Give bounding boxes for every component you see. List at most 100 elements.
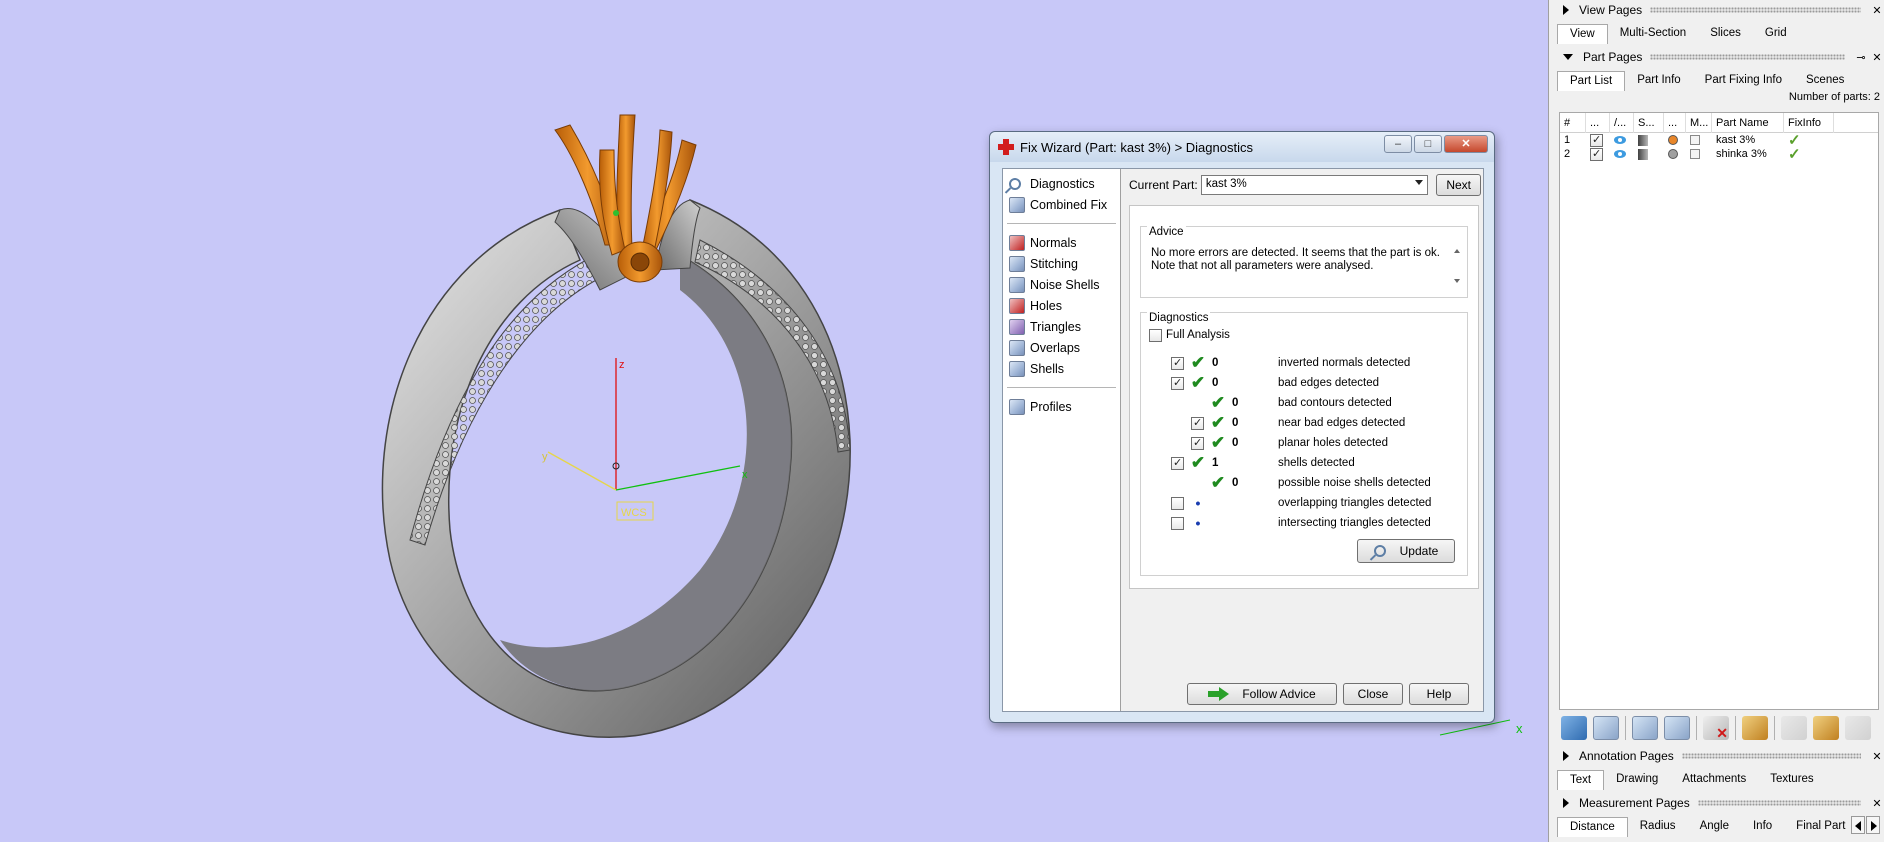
col-number[interactable]: # — [1560, 112, 1586, 133]
expand-arrow-icon[interactable] — [1563, 798, 1569, 808]
nav-item-profiles[interactable]: Profiles — [1003, 396, 1120, 417]
tab-textures[interactable]: Textures — [1758, 770, 1825, 790]
scroll-up-icon[interactable] — [1454, 249, 1460, 253]
scroll-down-icon[interactable] — [1454, 279, 1460, 283]
diagnostic-checkbox[interactable] — [1191, 436, 1204, 450]
nav-item-triangles[interactable]: Triangles — [1003, 316, 1120, 337]
col-part-name[interactable]: Part Name — [1712, 112, 1784, 133]
select-all-icon[interactable] — [1593, 716, 1619, 740]
next-button[interactable]: Next — [1436, 174, 1482, 196]
nav-item-stitching[interactable]: Stitching — [1003, 253, 1120, 274]
tab-part-fixing-info[interactable]: Part Fixing Info — [1693, 71, 1794, 91]
col-visible[interactable]: ... — [1586, 112, 1610, 133]
tab-view[interactable]: View — [1557, 24, 1608, 44]
expand-arrow-icon[interactable] — [1563, 751, 1569, 761]
drag-handle[interactable] — [1681, 753, 1861, 759]
merge-parts-icon[interactable] — [1742, 716, 1768, 740]
scroll-right-icon[interactable] — [1866, 816, 1880, 834]
eye-icon[interactable] — [1614, 150, 1626, 158]
visible-checkbox[interactable] — [1590, 147, 1603, 161]
visible-checkbox[interactable] — [1590, 133, 1603, 147]
col-shading[interactable]: S... — [1634, 112, 1664, 133]
advice-scrollbar[interactable] — [1451, 245, 1463, 293]
load-part-icon[interactable] — [1561, 716, 1587, 740]
diagnostic-checkbox[interactable] — [1191, 416, 1204, 430]
help-button[interactable]: Help — [1409, 683, 1469, 705]
close-icon[interactable]: ✕ — [1869, 797, 1884, 810]
annotation-pages-header[interactable]: Annotation Pages ✕ — [1549, 746, 1884, 766]
close-icon[interactable]: ✕ — [1869, 750, 1884, 763]
dialog-titlebar[interactable]: Fix Wizard (Part: kast 3%) > Diagnostics… — [990, 132, 1494, 162]
follow-advice-button[interactable]: Follow Advice — [1187, 683, 1337, 705]
tab-radius[interactable]: Radius — [1628, 817, 1688, 837]
drag-handle[interactable] — [1650, 54, 1845, 60]
close-button[interactable]: Close — [1343, 683, 1403, 705]
duplicate-icon[interactable] — [1845, 716, 1871, 740]
nav-item-noise-shells[interactable]: Noise Shells — [1003, 274, 1120, 295]
tab-drawing[interactable]: Drawing — [1604, 770, 1670, 790]
wizard-nav: Diagnostics Combined Fix Normals Stitchi… — [1003, 169, 1121, 711]
close-icon[interactable]: ✕ — [1869, 4, 1884, 17]
measurement-pages-header[interactable]: Measurement Pages ✕ — [1549, 793, 1884, 813]
current-part-select[interactable]: kast 3% — [1200, 175, 1429, 195]
diagnostic-checkbox[interactable] — [1171, 496, 1184, 510]
eye-icon[interactable] — [1614, 136, 1626, 144]
update-button[interactable]: Update — [1357, 539, 1455, 563]
tab-text[interactable]: Text — [1557, 770, 1605, 790]
paste-icon[interactable] — [1781, 716, 1807, 740]
nav-item-normals[interactable]: Normals — [1003, 232, 1120, 253]
tab-slices[interactable]: Slices — [1698, 24, 1753, 44]
shading-icon[interactable] — [1638, 148, 1648, 160]
view-pages-header[interactable]: View Pages ✕ — [1549, 0, 1884, 20]
collapse-arrow-icon[interactable] — [1563, 54, 1573, 60]
tab-multi-section[interactable]: Multi-Section — [1608, 24, 1698, 44]
part-list-table[interactable]: # ... /... S... ... M... Part Name FixIn… — [1559, 112, 1879, 710]
window-close-button[interactable]: ✕ — [1444, 135, 1488, 153]
remove-part-icon[interactable] — [1703, 716, 1729, 742]
tab-attachments[interactable]: Attachments — [1670, 770, 1758, 790]
color-swatch[interactable] — [1668, 135, 1678, 145]
drag-handle[interactable] — [1650, 7, 1861, 13]
hide-parts-icon[interactable] — [1664, 716, 1690, 740]
edit-part-icon[interactable] — [1813, 716, 1839, 740]
full-analysis-checkbox[interactable] — [1149, 328, 1162, 342]
color-swatch[interactable] — [1668, 149, 1678, 159]
nav-item-holes[interactable]: Holes — [1003, 295, 1120, 316]
full-analysis-row[interactable]: Full Analysis — [1149, 327, 1230, 343]
tab-part-info[interactable]: Part Info — [1625, 71, 1692, 91]
col-color[interactable]: ... — [1664, 112, 1686, 133]
table-row[interactable]: 2 shinka 3% ✓ — [1560, 147, 1878, 161]
diagnostic-checkbox[interactable] — [1171, 376, 1184, 390]
tab-angle[interactable]: Angle — [1688, 817, 1741, 837]
col-fixinfo[interactable]: FixInfo — [1784, 112, 1834, 133]
diagnostic-checkbox[interactable] — [1171, 516, 1184, 530]
tab-grid[interactable]: Grid — [1753, 24, 1799, 44]
scroll-left-icon[interactable] — [1851, 816, 1865, 834]
diagnostic-checkbox[interactable] — [1171, 456, 1184, 470]
mesh-icon[interactable] — [1690, 135, 1700, 145]
pin-icon[interactable]: ⊸ — [1853, 51, 1869, 64]
mesh-icon[interactable] — [1690, 149, 1700, 159]
show-parts-icon[interactable] — [1632, 716, 1658, 740]
nav-item-overlaps[interactable]: Overlaps — [1003, 337, 1120, 358]
tab-info[interactable]: Info — [1741, 817, 1784, 837]
nav-item-combined-fix[interactable]: Combined Fix — [1003, 194, 1120, 215]
maximize-button[interactable]: □ — [1414, 135, 1442, 153]
col-mesh[interactable]: M... — [1686, 112, 1712, 133]
tab-scenes[interactable]: Scenes — [1794, 71, 1856, 91]
nav-item-diagnostics[interactable]: Diagnostics — [1003, 173, 1120, 194]
minimize-button[interactable]: – — [1384, 135, 1412, 153]
cube-icon — [1009, 196, 1025, 213]
tab-distance[interactable]: Distance — [1557, 817, 1628, 837]
tab-final-part[interactable]: Final Part — [1784, 817, 1857, 837]
nav-item-shells[interactable]: Shells — [1003, 358, 1120, 379]
drag-handle[interactable] — [1697, 800, 1861, 806]
shading-icon[interactable] — [1638, 134, 1648, 146]
expand-arrow-icon[interactable] — [1563, 5, 1569, 15]
close-icon[interactable]: ✕ — [1869, 51, 1884, 64]
diagnostic-checkbox[interactable] — [1171, 356, 1184, 370]
col-view[interactable]: /... — [1610, 112, 1634, 133]
table-row[interactable]: 1 kast 3% ✓ — [1560, 133, 1878, 147]
tab-part-list[interactable]: Part List — [1557, 71, 1626, 91]
part-pages-header[interactable]: Part Pages ⊸ ✕ — [1549, 47, 1884, 67]
